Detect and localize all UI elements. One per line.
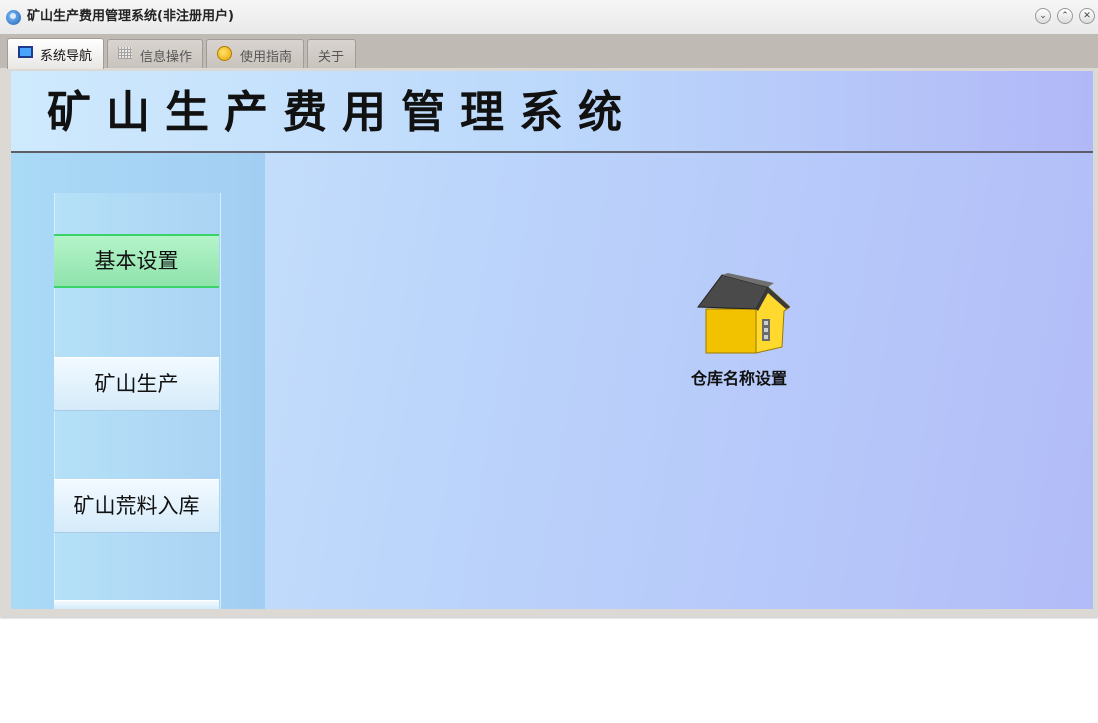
tab-label: 信息操作 — [140, 50, 193, 65]
house-icon — [697, 273, 790, 354]
system-title: 矿山生产费用管理系统 — [47, 87, 637, 138]
tab-about[interactable]: 关于 — [307, 39, 356, 68]
title-bar[interactable]: 矿山生产费用管理系统(非注册用户) ⌄ ⌃ ✕ — [0, 0, 1098, 34]
tab-label: 使用指南 — [240, 50, 293, 65]
app-window: 矿山生产费用管理系统(非注册用户) ⌄ ⌃ ✕ 系统导航 信息操作 使用指南 关… — [0, 0, 1098, 617]
tab-bar: 系统导航 信息操作 使用指南 关于 — [0, 34, 1098, 69]
minimize-button[interactable]: ⌄ — [1035, 8, 1051, 24]
guide-icon — [217, 46, 232, 61]
grid-icon — [118, 47, 132, 59]
sidebar-item-mine-production[interactable]: 矿山生产 — [54, 357, 219, 411]
tab-label: 系统导航 — [40, 49, 93, 64]
main-content: 矿山生产费用管理系统 基本设置 矿山生产 矿山荒料入库 仓库名称设置 — [11, 71, 1093, 609]
header-banner: 矿山生产费用管理系统 — [11, 71, 1093, 153]
monitor-icon — [18, 46, 33, 58]
sidebar-item-raw-stone-storage[interactable]: 矿山荒料入库 — [54, 479, 219, 533]
app-logo-icon — [6, 10, 21, 25]
sidebar-item-partial[interactable] — [54, 600, 219, 609]
maximize-button[interactable]: ⌃ — [1057, 8, 1073, 24]
sidebar-item-basic-settings[interactable]: 基本设置 — [54, 234, 219, 288]
warehouse-name-settings-shortcut[interactable]: 仓库名称设置 — [677, 269, 797, 394]
tab-information-operation[interactable]: 信息操作 — [107, 39, 203, 68]
tab-label: 关于 — [318, 50, 345, 65]
tab-system-navigation[interactable]: 系统导航 — [7, 38, 104, 69]
close-button[interactable]: ✕ — [1079, 8, 1095, 24]
tab-user-guide[interactable]: 使用指南 — [206, 39, 304, 68]
window-title: 矿山生产费用管理系统(非注册用户) — [27, 9, 234, 24]
shortcut-label: 仓库名称设置 — [690, 369, 787, 388]
sidebar: 基本设置 矿山生产 矿山荒料入库 — [11, 153, 265, 609]
